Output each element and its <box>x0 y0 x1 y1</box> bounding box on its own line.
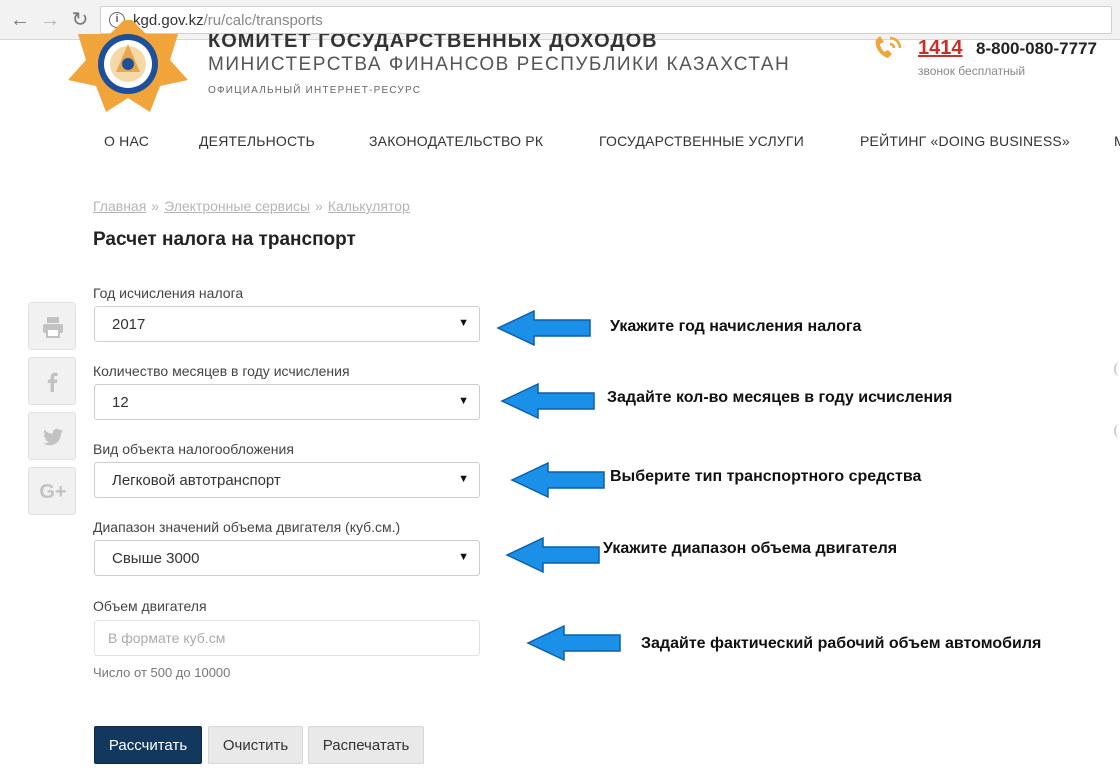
year-select[interactable]: 2017 ▼ <box>94 306 480 342</box>
share-facebook-button[interactable] <box>28 357 76 405</box>
engine-volume-help: Число от 500 до 10000 <box>93 665 231 680</box>
year-label: Год исчисления налога <box>93 285 244 301</box>
hotline-note: звонок бесплатный <box>918 64 1026 78</box>
ministry-name: МИНИСТЕРСТВА ФИНАНСОВ РЕСПУБЛИКИ КАЗАХСТ… <box>208 54 791 75</box>
breadcrumb-home[interactable]: Главная <box>93 198 146 214</box>
print-button[interactable]: Распечатать <box>308 726 424 764</box>
resource-note: ОФИЦИАЛЬНЫЙ ИНТЕРНЕТ-РЕСУРС <box>208 85 422 96</box>
twitter-icon <box>43 428 63 446</box>
clear-button[interactable]: Очистить <box>208 726 303 764</box>
phone-icon <box>875 36 902 58</box>
engine-range-selected-value: Свыше 3000 <box>112 550 200 567</box>
annotation-year: Укажите год начисления налога <box>610 318 862 335</box>
annotation-arrow-object-type <box>510 461 605 499</box>
menu-item-activity[interactable]: ДЕЯТЕЛЬНОСТЬ <box>199 133 315 149</box>
breadcrumb-e-services[interactable]: Электронные сервисы <box>164 198 310 214</box>
chevron-down-icon: ▼ <box>458 551 469 563</box>
right-sidebar-edge <box>1114 362 1120 376</box>
arrow-right-icon[interactable]: → <box>38 8 62 32</box>
url-path: /ru/calc/transports <box>203 12 323 29</box>
chevron-down-icon: ▼ <box>458 317 469 329</box>
page-title: Расчет налога на транспорт <box>93 229 356 250</box>
emblem-logo[interactable] <box>66 20 190 112</box>
breadcrumb-separator: » <box>151 198 160 214</box>
annotation-engine-volume: Задайте фактический рабочий объем автомо… <box>641 635 1042 652</box>
months-select[interactable]: 12 ▼ <box>94 384 480 420</box>
menu-item-legislation[interactable]: ЗАКОНОДАТЕЛЬСТВО РК <box>369 133 543 149</box>
google-plus-icon: G+ <box>39 481 67 503</box>
facebook-icon <box>47 372 58 392</box>
months-selected-value: 12 <box>112 394 129 411</box>
annotation-months: Задайте кол-во месяцев в году исчисления <box>607 389 953 406</box>
hotline-short-number[interactable]: 1414 <box>918 37 963 60</box>
menu-item-about[interactable]: О НАС <box>104 133 149 149</box>
calculate-button[interactable]: Рассчитать <box>94 726 202 764</box>
engine-volume-label: Объем двигателя <box>93 598 207 614</box>
chevron-down-icon: ▼ <box>458 473 469 485</box>
object-type-select[interactable]: Легковой автотранспорт ▼ <box>94 462 480 498</box>
menu-item-doing-business[interactable]: РЕЙТИНГ «DOING BUSINESS» <box>860 133 1070 149</box>
share-google-plus-button[interactable]: G+ <box>28 467 76 515</box>
breadcrumb-separator: » <box>315 198 323 214</box>
object-type-label: Вид объекта налогообложения <box>93 441 294 457</box>
engine-volume-input[interactable] <box>94 620 480 656</box>
annotation-arrow-engine-range <box>505 536 600 574</box>
year-selected-value: 2017 <box>112 316 146 333</box>
annotation-arrow-months <box>500 382 595 420</box>
share-print-button[interactable] <box>28 302 76 350</box>
months-label: Количество месяцев в году исчисления <box>93 363 350 379</box>
annotation-engine-range: Укажите диапазон объема двигателя <box>603 540 898 557</box>
menu-item-public-services[interactable]: ГОСУДАРСТВЕННЫЕ УСЛУГИ <box>599 133 804 149</box>
share-twitter-button[interactable] <box>28 412 76 460</box>
menu-item-more[interactable]: М <box>1114 133 1120 149</box>
breadcrumb-calculator[interactable]: Калькулятор <box>328 198 410 214</box>
arrow-left-icon[interactable]: ← <box>8 8 32 32</box>
chevron-down-icon: ▼ <box>458 395 469 407</box>
hotline-phone: 8-800-080-7777 <box>976 39 1097 58</box>
address-bar[interactable]: i kgd.gov.kz/ru/calc/transports <box>100 6 1112 34</box>
breadcrumb: Главная» Электронные сервисы» Калькулятор <box>93 198 410 214</box>
engine-range-label: Диапазон значений объема двигателя (куб.… <box>93 519 401 535</box>
annotation-arrow-year <box>496 309 591 347</box>
engine-range-select[interactable]: Свыше 3000 ▼ <box>94 540 480 576</box>
annotation-object-type: Выберите тип транспортного средства <box>610 468 922 485</box>
print-icon <box>43 317 63 338</box>
object-type-selected-value: Легковой автотранспорт <box>112 472 281 489</box>
annotation-arrow-engine-volume <box>526 624 621 662</box>
right-sidebar-edge <box>1114 424 1120 438</box>
